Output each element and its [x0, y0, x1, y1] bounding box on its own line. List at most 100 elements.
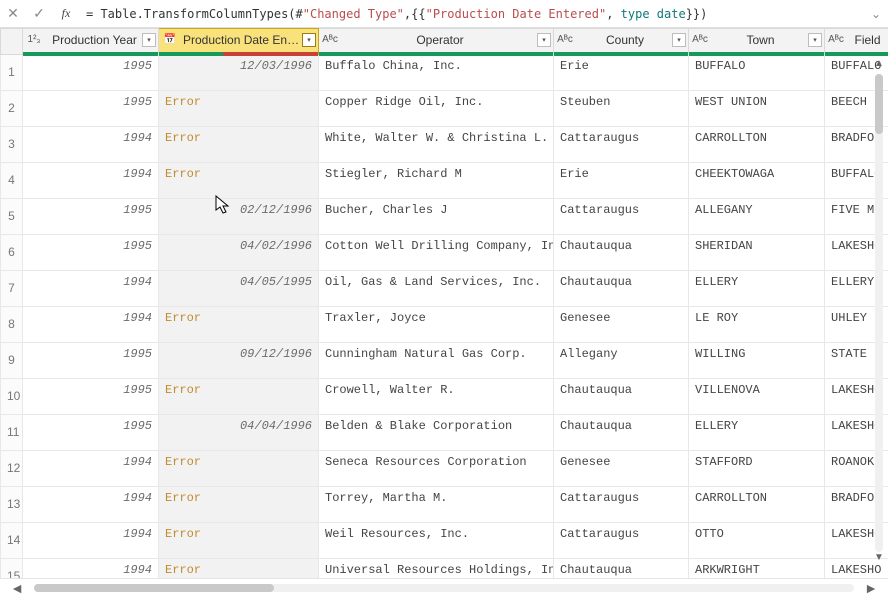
cell-production-date[interactable]: Error — [159, 91, 319, 127]
cell-operator[interactable]: Belden & Blake Corporation — [319, 415, 554, 451]
filter-dropdown[interactable]: ▾ — [672, 33, 686, 47]
cell-county[interactable]: Chautauqua — [554, 379, 689, 415]
cell-town[interactable]: STAFFORD — [689, 451, 825, 487]
row-number[interactable]: 2 — [1, 91, 23, 127]
scroll-right-icon[interactable]: ► — [854, 580, 888, 596]
row-number[interactable]: 9 — [1, 343, 23, 379]
col-header-production-year[interactable]: 1²₃ Production Year ▾ — [23, 29, 159, 55]
cell-production-date[interactable]: Error — [159, 163, 319, 199]
cell-town[interactable]: LE ROY — [689, 307, 825, 343]
cell-county[interactable]: Steuben — [554, 91, 689, 127]
table-row[interactable]: 81994ErrorTraxler, JoyceGeneseeLE ROYUHL… — [1, 307, 888, 343]
cell-operator[interactable]: Weil Resources, Inc. — [319, 523, 554, 559]
cell-operator[interactable]: Oil, Gas & Land Services, Inc. — [319, 271, 554, 307]
row-number[interactable]: 12 — [1, 451, 23, 487]
filter-dropdown[interactable]: ▾ — [302, 33, 316, 47]
row-number[interactable]: 10 — [1, 379, 23, 415]
filter-dropdown[interactable]: ▾ — [537, 33, 551, 47]
cell-county[interactable]: Cattaraugus — [554, 127, 689, 163]
table-row[interactable]: 11199504/04/1996Belden & Blake Corporati… — [1, 415, 888, 451]
cell-production-year[interactable]: 1994 — [23, 523, 159, 559]
cell-production-year[interactable]: 1995 — [23, 343, 159, 379]
scroll-up-icon[interactable]: ▲ — [872, 58, 886, 74]
cell-operator[interactable]: Stiegler, Richard M — [319, 163, 554, 199]
cell-production-year[interactable]: 1995 — [23, 415, 159, 451]
row-number[interactable]: 14 — [1, 523, 23, 559]
cell-production-date[interactable]: 02/12/1996 — [159, 199, 319, 235]
table-row[interactable]: 1199512/03/1996Buffalo China, Inc.ErieBU… — [1, 55, 888, 91]
row-number[interactable]: 7 — [1, 271, 23, 307]
cell-production-year[interactable]: 1995 — [23, 199, 159, 235]
cell-production-date[interactable]: 04/02/1996 — [159, 235, 319, 271]
row-number[interactable]: 1 — [1, 55, 23, 91]
cell-town[interactable]: ELLERY — [689, 415, 825, 451]
formula-input[interactable]: = Table.TransformColumnTypes(#"Changed T… — [80, 7, 864, 21]
cell-town[interactable]: CHEEKTOWAGA — [689, 163, 825, 199]
table-row[interactable]: 6199504/02/1996Cotton Well Drilling Comp… — [1, 235, 888, 271]
cell-production-year[interactable]: 1995 — [23, 91, 159, 127]
cell-county[interactable]: Genesee — [554, 307, 689, 343]
table-row[interactable]: 121994ErrorSeneca Resources CorporationG… — [1, 451, 888, 487]
cell-production-date[interactable]: Error — [159, 127, 319, 163]
cell-town[interactable]: CARROLLTON — [689, 487, 825, 523]
cell-production-year[interactable]: 1994 — [23, 271, 159, 307]
scroll-left-icon[interactable]: ◄ — [0, 580, 34, 596]
cell-operator[interactable]: Universal Resources Holdings, Incorp… — [319, 559, 554, 579]
cell-town[interactable]: ELLERY — [689, 271, 825, 307]
cell-production-year[interactable]: 1994 — [23, 163, 159, 199]
cell-town[interactable]: BUFFALO — [689, 55, 825, 91]
table-row[interactable]: 151994ErrorUniversal Resources Holdings,… — [1, 559, 888, 579]
cell-operator[interactable]: Bucher, Charles J — [319, 199, 554, 235]
vertical-scrollbar[interactable]: ▲ ▼ — [872, 58, 886, 568]
cell-production-year[interactable]: 1995 — [23, 55, 159, 91]
row-number[interactable]: 13 — [1, 487, 23, 523]
row-number[interactable]: 6 — [1, 235, 23, 271]
cell-county[interactable]: Erie — [554, 55, 689, 91]
cell-town[interactable]: ARKWRIGHT — [689, 559, 825, 579]
row-number[interactable]: 3 — [1, 127, 23, 163]
cell-production-date[interactable]: Error — [159, 487, 319, 523]
confirm-formula-button[interactable]: ✓ — [26, 5, 52, 22]
cell-production-year[interactable]: 1994 — [23, 127, 159, 163]
cell-operator[interactable]: Cunningham Natural Gas Corp. — [319, 343, 554, 379]
cell-production-year[interactable]: 1994 — [23, 559, 159, 579]
rownum-header[interactable] — [1, 29, 23, 55]
col-header-county[interactable]: Aᴮc County ▾ — [554, 29, 689, 55]
cell-operator[interactable]: Traxler, Joyce — [319, 307, 554, 343]
cell-county[interactable]: Cattaraugus — [554, 199, 689, 235]
table-row[interactable]: 141994ErrorWeil Resources, Inc.Cattaraug… — [1, 523, 888, 559]
col-header-production-date-entered[interactable]: 📅 Production Date Entered ▾ — [159, 29, 319, 55]
cell-operator[interactable]: Seneca Resources Corporation — [319, 451, 554, 487]
horizontal-scrollbar[interactable]: ◄ ► — [0, 578, 888, 596]
col-header-field[interactable]: Aᴮc Field — [825, 29, 888, 55]
cell-production-date[interactable]: 12/03/1996 — [159, 55, 319, 91]
cell-county[interactable]: Erie — [554, 163, 689, 199]
cell-operator[interactable]: White, Walter W. & Christina L. — [319, 127, 554, 163]
cell-operator[interactable]: Cotton Well Drilling Company, Inc. — [319, 235, 554, 271]
expand-formula-button[interactable]: ⌄ — [864, 7, 888, 21]
cell-county[interactable]: Chautauqua — [554, 271, 689, 307]
cell-production-date[interactable]: 04/04/1996 — [159, 415, 319, 451]
cell-production-year[interactable]: 1994 — [23, 487, 159, 523]
vertical-scroll-thumb[interactable] — [875, 74, 883, 134]
row-number[interactable]: 11 — [1, 415, 23, 451]
cell-town[interactable]: SHERIDAN — [689, 235, 825, 271]
table-row[interactable]: 5199502/12/1996Bucher, Charles JCattarau… — [1, 199, 888, 235]
filter-dropdown[interactable]: ▾ — [142, 33, 156, 47]
cell-town[interactable]: OTTO — [689, 523, 825, 559]
cell-production-date[interactable]: Error — [159, 523, 319, 559]
cancel-formula-button[interactable]: ✕ — [0, 5, 26, 22]
cell-county[interactable]: Cattaraugus — [554, 523, 689, 559]
cell-town[interactable]: VILLENOVA — [689, 379, 825, 415]
cell-production-year[interactable]: 1995 — [23, 235, 159, 271]
cell-town[interactable]: ALLEGANY — [689, 199, 825, 235]
table-row[interactable]: 21995ErrorCopper Ridge Oil, Inc.SteubenW… — [1, 91, 888, 127]
cell-production-year[interactable]: 1994 — [23, 451, 159, 487]
table-row[interactable]: 9199509/12/1996Cunningham Natural Gas Co… — [1, 343, 888, 379]
cell-production-year[interactable]: 1995 — [23, 379, 159, 415]
cell-operator[interactable]: Crowell, Walter R. — [319, 379, 554, 415]
cell-county[interactable]: Allegany — [554, 343, 689, 379]
cell-production-date[interactable]: Error — [159, 307, 319, 343]
cell-town[interactable]: CARROLLTON — [689, 127, 825, 163]
row-number[interactable]: 5 — [1, 199, 23, 235]
